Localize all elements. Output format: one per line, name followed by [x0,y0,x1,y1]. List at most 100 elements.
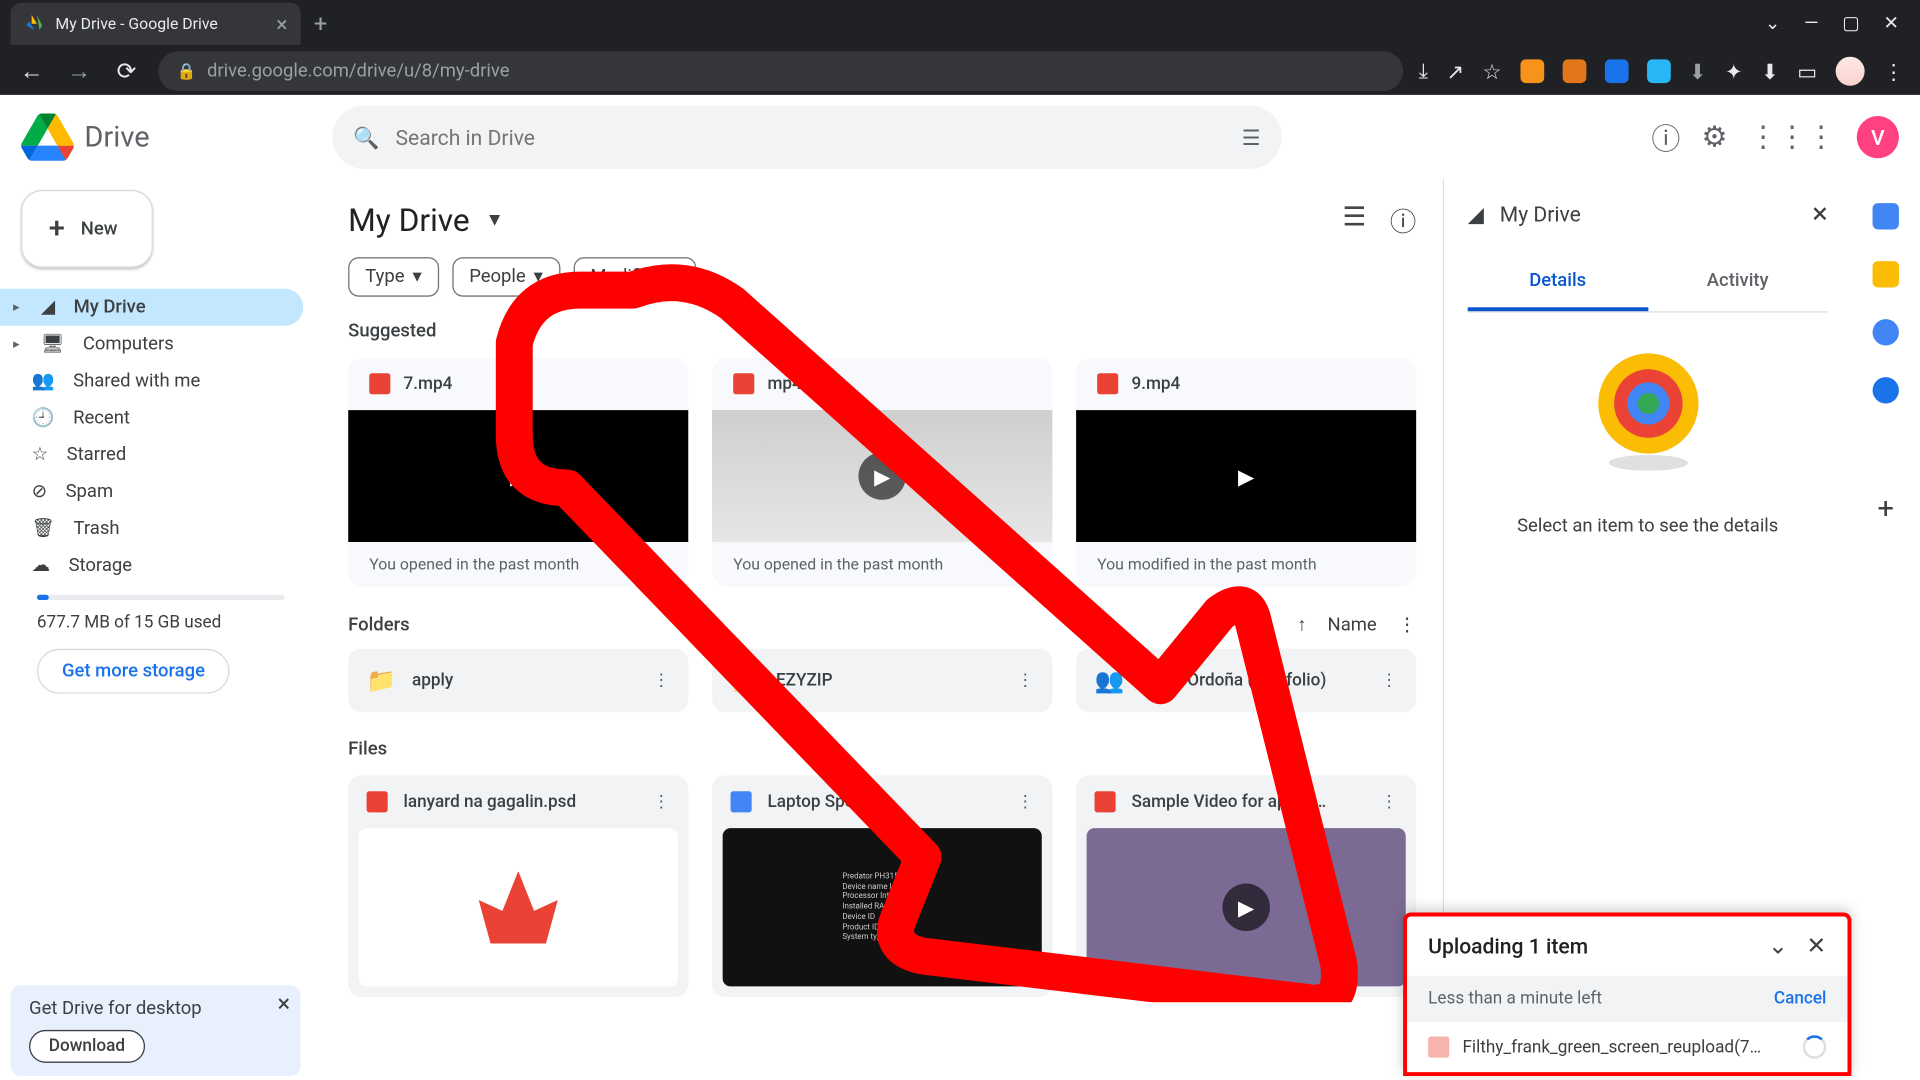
more-icon[interactable]: ⋮ [653,671,670,691]
back-button[interactable]: ← [16,57,48,85]
maximize-icon[interactable]: ▢ [1842,13,1859,34]
extensions-icon[interactable]: ✦ [1725,59,1743,84]
tab-details[interactable]: Details [1468,255,1648,312]
settings-icon[interactable]: ⚙ [1701,121,1727,154]
nav-spam[interactable]: ⊘Spam [0,473,303,510]
more-icon[interactable]: ⋮ [653,792,670,812]
play-icon: ▶ [858,452,905,499]
keep-icon[interactable] [1873,261,1899,287]
search-box[interactable]: 🔍 ☰ [332,105,1281,168]
apps-grid-icon[interactable]: ⋮⋮⋮ [1749,121,1836,154]
file-item[interactable]: Laptop Specs⋮ Predator PH315-53Device na… [712,775,1052,997]
reload-button[interactable]: ⟳ [111,57,143,85]
drive-logo[interactable]: Drive [21,111,322,164]
reading-list-icon[interactable]: ▭ [1797,59,1817,84]
account-avatar[interactable]: V [1857,116,1899,158]
extension-icon[interactable] [1604,59,1628,83]
video-thumbnail: ▶ [712,410,1052,542]
folder-item[interactable]: 📁EZYZIP⋮ [712,649,1052,712]
info-icon[interactable]: ⓘ [1390,200,1416,238]
page-title: My Drive [348,201,470,238]
tab-title: My Drive - Google Drive [55,15,217,33]
nav-my-drive[interactable]: ▸◢My Drive [0,289,303,326]
search-options-icon[interactable]: ☰ [1242,125,1261,150]
chevron-down-icon: ▾ [534,266,543,287]
minimize-icon[interactable]: ― [1804,13,1818,34]
get-storage-button[interactable]: Get more storage [37,649,230,694]
drive-logo-icon [21,111,74,164]
folder-item[interactable]: 📁apply⋮ [348,649,688,712]
video-icon [369,373,390,394]
tasks-icon[interactable] [1873,319,1899,345]
sort-direction-icon[interactable]: ↑ [1297,613,1306,635]
install-icon[interactable]: ⤓ [1419,58,1428,84]
upload-filename: Filthy_frank_green_screen_reupload(7… [1462,1037,1761,1057]
nav-trash[interactable]: 🗑Trash [0,510,303,547]
list-view-icon[interactable]: ☰ [1343,200,1367,238]
suggested-card[interactable]: mp4 ▶ You opened in the past month [712,357,1052,586]
folder-item[interactable]: 👥Vince Ordoña (Portfolio)⋮ [1076,649,1416,712]
spinner-icon [1803,1035,1827,1059]
search-input[interactable] [396,125,1226,150]
close-icon[interactable]: × [277,990,290,1018]
chevron-down-icon[interactable]: ▼ [486,208,504,230]
downloads-icon[interactable]: ⬇ [1761,59,1779,84]
contacts-icon[interactable] [1873,377,1899,403]
sort-button[interactable]: Name [1328,614,1377,635]
cancel-button[interactable]: Cancel [1774,989,1826,1009]
browser-tab[interactable]: My Drive - Google Drive × [11,3,301,45]
bookmark-icon[interactable]: ☆ [1483,59,1502,84]
tab-close-icon[interactable]: × [276,11,287,36]
close-icon[interactable]: ✕ [1806,932,1826,960]
forward-button[interactable]: → [63,57,95,85]
menu-icon[interactable]: ⋮ [1883,59,1904,84]
cloud-icon: ☁ [32,555,50,576]
nav-storage[interactable]: ☁Storage [0,547,303,584]
share-icon[interactable]: ↗ [1446,59,1464,84]
close-icon[interactable]: × [1812,198,1827,231]
filter-modified[interactable]: Modified▾ [573,257,696,297]
chevron-down-icon[interactable]: ⌄ [1768,932,1788,960]
suggested-label: Suggested [348,320,1416,341]
people-icon: 👥 [32,371,55,392]
image-icon [367,791,388,812]
more-icon[interactable]: ⋮ [1381,671,1398,691]
address-bar[interactable]: 🔒 drive.google.com/drive/u/8/my-drive [158,51,1403,91]
upload-eta: Less than a minute left [1428,989,1602,1009]
extension-icon[interactable] [1520,59,1544,83]
nav-computers[interactable]: ▸🖥Computers [0,326,303,363]
metamask-icon[interactable] [1562,59,1586,83]
more-icon[interactable]: ⋮ [1398,614,1416,635]
file-item[interactable]: lanyard na gagalin.psd⋮ [348,775,688,997]
new-button[interactable]: + New [21,190,153,268]
file-item[interactable]: Sample Video for applic…⋮ ▶ [1076,775,1416,997]
new-button-label: New [81,218,118,239]
filter-type[interactable]: Type▾ [348,257,439,297]
download-button[interactable]: Download [29,1030,145,1063]
sidebar: + New ▸◢My Drive ▸🖥Computers 👥Shared wit… [0,179,322,1076]
chevron-down-icon[interactable]: ⌄ [1765,13,1780,34]
main-content: My Drive ▼ ☰ ⓘ Type▾ People▾ Modified▾ S… [322,179,1443,1076]
more-icon[interactable]: ⋮ [1017,792,1034,812]
nav-shared[interactable]: 👥Shared with me [0,363,303,400]
suggested-card[interactable]: 7.mp4 ▶ You opened in the past month [348,357,688,586]
more-icon[interactable]: ⋮ [1381,792,1398,812]
download-status-icon[interactable]: ⬇ [1689,59,1707,84]
close-window-icon[interactable]: ✕ [1883,13,1898,34]
tab-activity[interactable]: Activity [1648,255,1828,312]
shared-folder-icon: 👥 [1095,667,1125,695]
help-icon[interactable]: ⓘ [1651,116,1680,158]
suggested-card[interactable]: 9.mp4 ▶ You modified in the past month [1076,357,1416,586]
new-tab-button[interactable]: + [301,10,341,38]
more-icon[interactable]: ⋮ [1017,671,1034,691]
nav-starred[interactable]: ☆Starred [0,436,303,473]
nav-recent[interactable]: 🕘Recent [0,400,303,437]
extension-icon[interactable] [1647,59,1671,83]
calendar-icon[interactable] [1873,203,1899,229]
add-app-icon[interactable]: + [1877,493,1893,526]
filter-people[interactable]: People▾ [452,257,560,297]
play-icon: ▶ [1222,884,1269,931]
computer-icon: 🖥 [41,334,64,355]
file-thumbnail: ▶ [1087,828,1406,986]
profile-avatar[interactable] [1836,57,1865,86]
